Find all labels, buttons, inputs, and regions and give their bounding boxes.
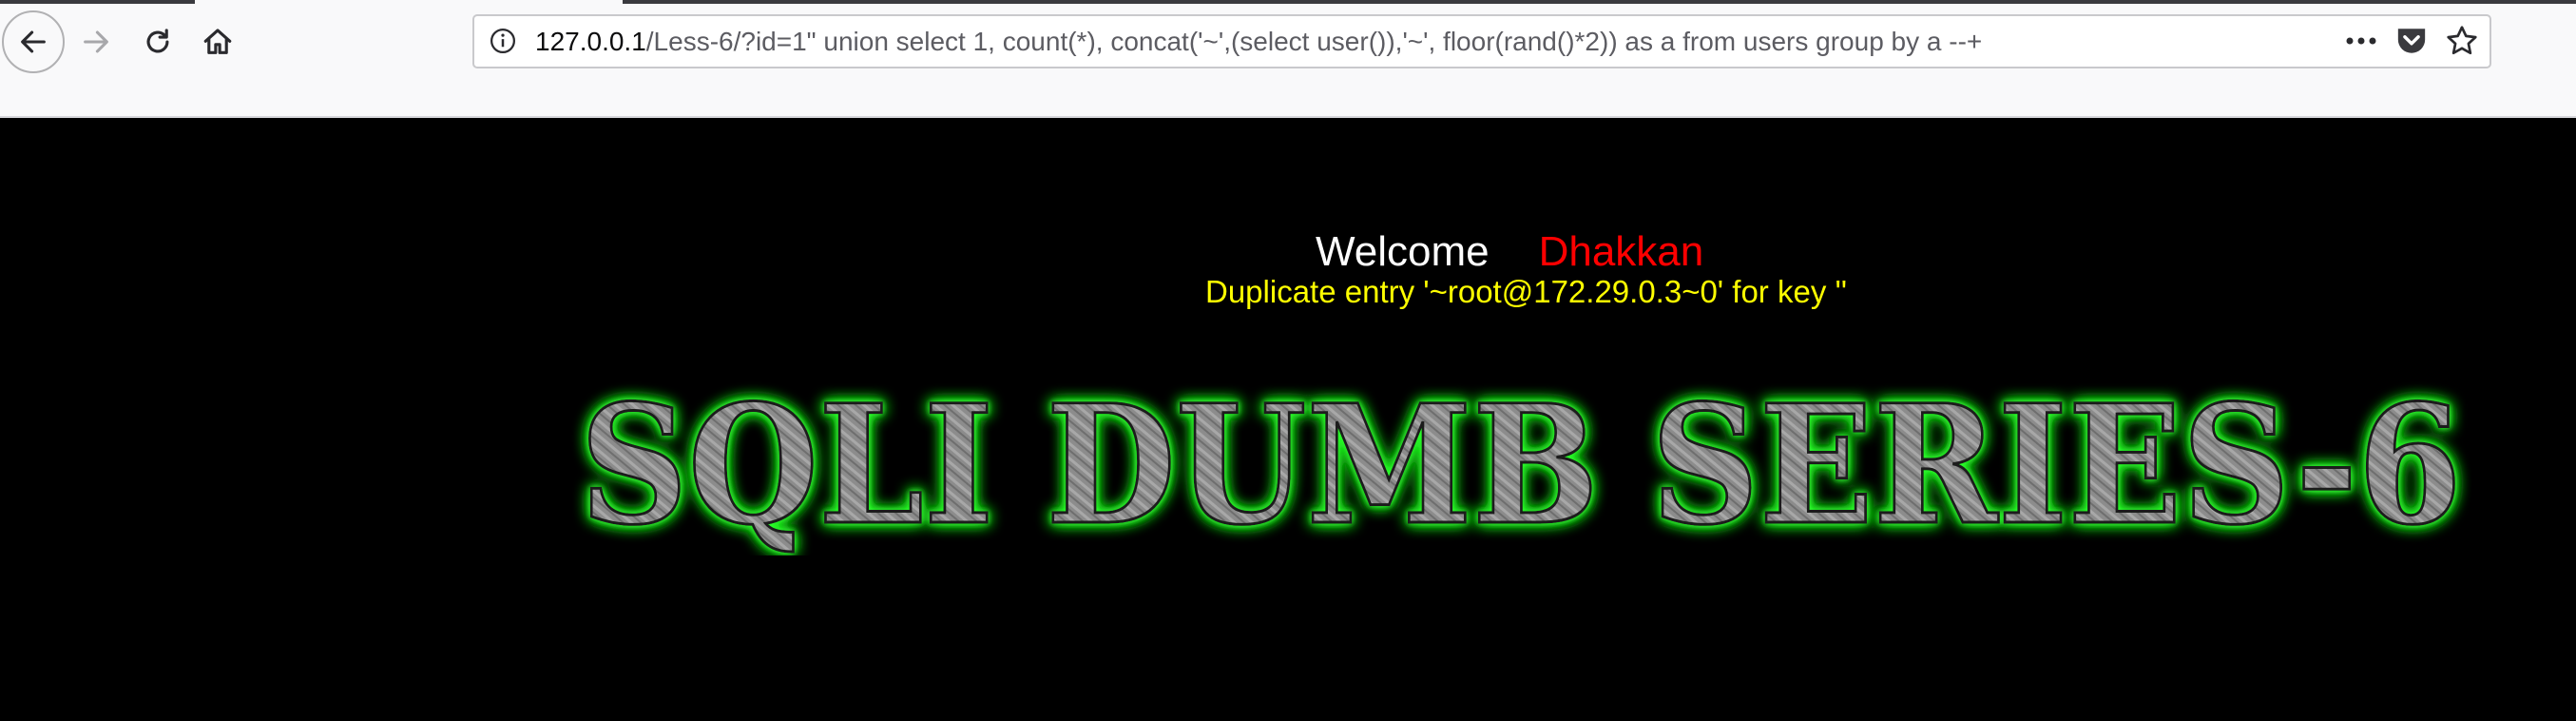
forward-button[interactable] [65, 10, 127, 73]
page-actions-button[interactable] [2338, 21, 2384, 61]
arrow-right-icon [84, 30, 108, 53]
reload-button[interactable] [126, 10, 189, 73]
reload-icon [146, 29, 169, 53]
sql-error-message: Duplicate entry '~root@172.29.0.3~0' for… [1205, 274, 1848, 309]
page-content: Welcome Dhakkan Duplicate entry '~root@17… [0, 118, 2576, 721]
url-host: 127.0.0.1 [535, 27, 646, 56]
url-text[interactable]: 127.0.0.1/Less-6/?id=1" union select 1, … [535, 25, 1982, 59]
arrow-left-icon [21, 30, 46, 53]
browser-toolbar: 127.0.0.1/Less-6/?id=1" union select 1, … [0, 0, 2576, 118]
tab-strip [0, 0, 2576, 6]
pocket-icon [2397, 29, 2426, 53]
url-path: /Less-6/?id=1" union select 1, count(*),… [645, 27, 1983, 56]
tab-strip-segment [623, 0, 2576, 4]
home-button[interactable] [186, 10, 249, 73]
back-button[interactable] [2, 10, 65, 73]
pocket-button[interactable] [2391, 21, 2432, 61]
info-icon[interactable] [489, 27, 517, 55]
star-icon [2447, 26, 2477, 55]
tab-strip-segment [0, 0, 195, 4]
bookmark-star-button[interactable] [2441, 21, 2483, 61]
user-name: Dhakkan [1538, 228, 1704, 275]
more-dots-icon [2346, 37, 2376, 45]
welcome-line: Welcome Dhakkan [1316, 227, 1703, 277]
banner-text: SQLI DUMB SERIES-6 [580, 368, 2462, 555]
home-icon [203, 29, 232, 54]
banner-title: SQLI DUMB SERIES-6 [579, 367, 2464, 556]
welcome-text: Welcome [1316, 228, 1490, 275]
